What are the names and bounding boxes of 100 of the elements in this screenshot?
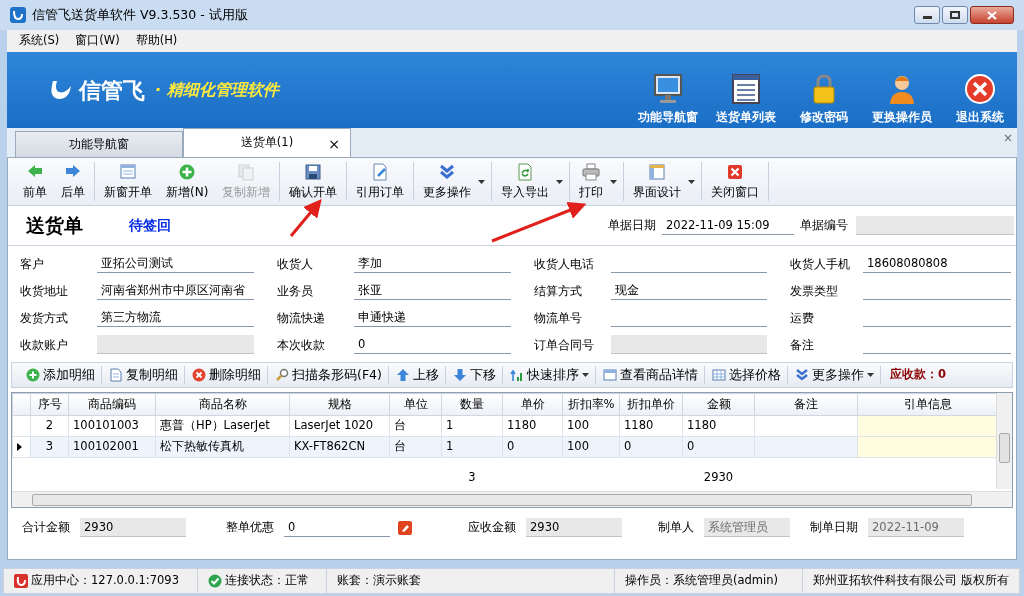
- close-icon: [987, 10, 997, 20]
- input-field[interactable]: 河南省郑州市中原区河南省: [97, 281, 254, 300]
- input-field[interactable]: [611, 335, 767, 354]
- toolbar-button[interactable]: 扫描条形码(F4): [269, 365, 389, 385]
- input-field[interactable]: 申通快递: [354, 308, 511, 327]
- table-cell: 1180: [682, 415, 755, 437]
- input-field[interactable]: 0: [354, 335, 511, 354]
- toolbar-button[interactable]: 前单: [16, 162, 54, 201]
- tab[interactable]: 送货单(1) ×: [183, 128, 351, 157]
- table-row[interactable]: 2 100101003 惠普（HP）LaserJet LaserJet 1020 台 1 1180 100 1180 1180: [12, 415, 998, 437]
- toolbar-button[interactable]: 关闭窗口: [704, 162, 767, 201]
- vertical-scrollbar[interactable]: [996, 393, 1012, 489]
- receivable-amount: 应收款：0: [889, 366, 946, 384]
- maximize-button[interactable]: [942, 6, 968, 24]
- field-label: 客户: [20, 255, 45, 273]
- number-field[interactable]: [856, 216, 1014, 235]
- column-header[interactable]: 单位: [389, 393, 442, 416]
- up-arrow-icon: [395, 368, 410, 382]
- column-header[interactable]: 金额: [682, 393, 755, 416]
- menu-item[interactable]: 帮助(H): [129, 32, 184, 50]
- toolbar-button[interactable]: 后单: [54, 162, 92, 201]
- column-header[interactable]: 规格: [289, 393, 390, 416]
- slogan: · 精细化管理软件: [155, 79, 279, 101]
- input-field[interactable]: 第三方物流: [97, 308, 254, 327]
- status-text: 账套：演示账套: [337, 572, 422, 590]
- copy-icon: [237, 162, 256, 181]
- toolbar-button[interactable]: 更多操作: [416, 162, 490, 201]
- table-cell: 1: [441, 415, 503, 437]
- toolbar-button[interactable]: 复制明细: [103, 365, 185, 385]
- toolbar-button[interactable]: 上移: [389, 365, 446, 385]
- table-row[interactable]: 3 100102001 松下热敏传真机 KX-FT862CN 台 1 0 100 0 0: [12, 436, 998, 458]
- double-chevron-icon: [438, 162, 457, 181]
- toolbar-button[interactable]: 新窗开单: [97, 162, 159, 201]
- toolbar-button[interactable]: 新增(N): [159, 162, 216, 201]
- column-header[interactable]: 商品编码: [68, 393, 156, 416]
- status-text: 连接状态：正常: [225, 572, 310, 590]
- toolbar-button[interactable]: 选择价格: [705, 365, 788, 385]
- horizontal-scrollbar[interactable]: [12, 491, 1012, 507]
- toolbar-button[interactable]: 确认开单: [282, 162, 345, 201]
- field-label: 物流快递: [276, 309, 326, 327]
- column-header[interactable]: 折扣率%: [562, 393, 620, 416]
- maximize-icon: [950, 11, 960, 19]
- toolbar-button[interactable]: 添加明细: [20, 365, 102, 385]
- toolbar-button[interactable]: 界面设计: [626, 162, 700, 201]
- window-icon: [119, 162, 137, 181]
- toolbar-button[interactable]: 导入导出: [494, 162, 568, 201]
- toolbar-button[interactable]: 删除明细: [186, 365, 268, 385]
- close-circle-icon: [963, 72, 997, 106]
- input-field[interactable]: 2930: [80, 518, 186, 537]
- export-icon: [516, 162, 535, 181]
- column-header[interactable]: 备注: [754, 393, 858, 416]
- layout-icon: [648, 162, 667, 181]
- table-cell: 1180: [502, 415, 563, 437]
- input-field[interactable]: 2930: [526, 518, 622, 537]
- column-header[interactable]: 折扣单价: [619, 393, 683, 416]
- input-field[interactable]: [97, 335, 254, 354]
- down-arrow-icon: [452, 368, 467, 382]
- document-title: 送货单: [26, 213, 83, 239]
- tab-label: 送货单(1): [240, 134, 294, 152]
- sort-icon: [509, 368, 524, 382]
- field-label: 本次收款: [276, 336, 326, 354]
- form-icon: [602, 368, 617, 382]
- column-header[interactable]: 引单信息: [857, 393, 998, 416]
- menu-item[interactable]: 系统(S): [13, 32, 66, 50]
- delete-icon: [192, 368, 206, 382]
- tab[interactable]: 功能导航窗: [15, 131, 183, 157]
- toolbar-button[interactable]: 打印: [572, 162, 622, 201]
- input-field[interactable]: 现金: [611, 281, 767, 300]
- logo-text: 信管飞: [79, 76, 145, 105]
- field-label: 业务员: [276, 282, 314, 300]
- toolbar-button[interactable]: 快速排序: [503, 365, 596, 385]
- close-button[interactable]: [970, 6, 1014, 24]
- toolbar-button[interactable]: 引用订单: [349, 162, 412, 201]
- column-header[interactable]: 商品名称: [155, 393, 290, 416]
- status-text: 应用中心：127.0.0.1:7093: [31, 572, 179, 590]
- column-header[interactable]: 单价: [502, 393, 563, 416]
- minimize-button[interactable]: [914, 6, 940, 24]
- input-field[interactable]: 18608080808: [863, 254, 1011, 273]
- menu-item[interactable]: 窗口(W): [69, 32, 126, 50]
- field-label: 制单日期: [810, 518, 858, 536]
- field-label: 收款账户: [20, 336, 69, 354]
- toolbar-button[interactable]: 更多操作: [788, 365, 881, 385]
- toolbar-button[interactable]: 查看商品详情: [596, 365, 705, 385]
- column-header[interactable]: 序号: [30, 393, 69, 416]
- close-all-button[interactable]: ×: [1002, 129, 1013, 147]
- table-cell: 2: [30, 415, 69, 437]
- input-field[interactable]: 亚拓公司测试: [97, 254, 254, 273]
- date-field[interactable]: 2022-11-09 15:09: [662, 216, 794, 235]
- tab-close-button[interactable]: ×: [328, 134, 340, 155]
- field-label: 单据编号: [800, 216, 848, 234]
- field-label: 运费: [789, 309, 815, 327]
- input-field[interactable]: 张亚: [354, 281, 511, 300]
- input-field[interactable]: 0: [284, 518, 390, 537]
- input-field[interactable]: 李加: [354, 254, 511, 273]
- column-header[interactable]: 数量: [441, 393, 503, 416]
- window-title: 信管飞送货单软件 V9.3.530 - 试用版: [32, 5, 248, 24]
- status-text: 郑州亚拓软件科技有限公司 版权所有: [813, 572, 1009, 590]
- plus-icon: [178, 162, 197, 181]
- app-logo-icon: [14, 574, 28, 588]
- toolbar-button[interactable]: 下移: [446, 365, 503, 385]
